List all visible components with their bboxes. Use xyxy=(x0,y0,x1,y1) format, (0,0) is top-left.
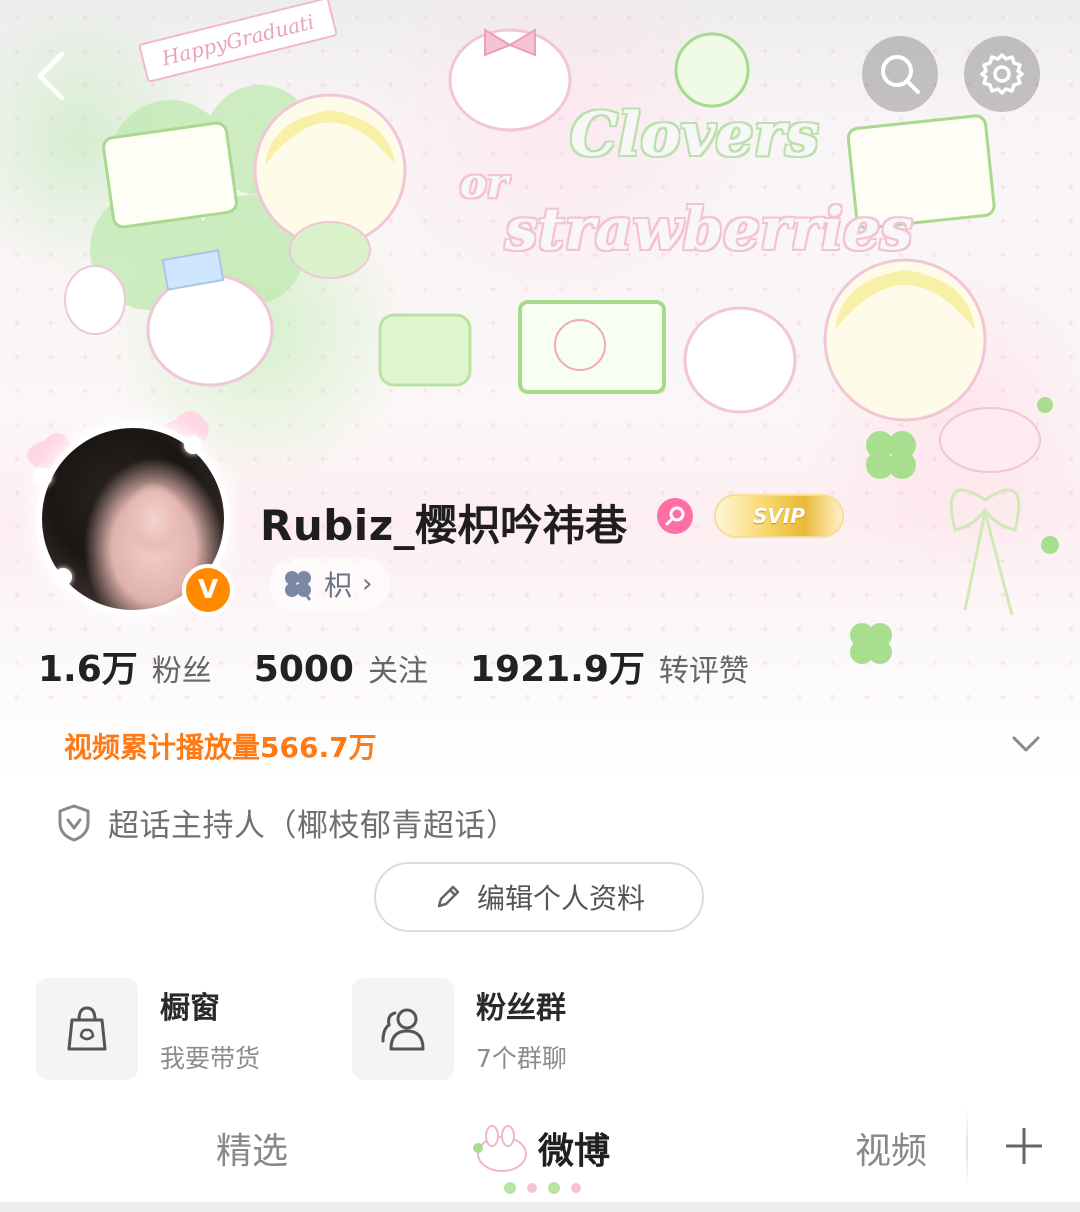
profile-tag-pill[interactable]: 枳 › xyxy=(270,558,391,610)
stat-value: 1921.9万 xyxy=(469,649,645,690)
edit-profile-button[interactable]: 编辑个人资料 xyxy=(374,862,704,932)
banner-title-clovers: Clovers xyxy=(570,100,819,170)
stat-value: 1.6万 xyxy=(38,649,138,690)
expand-profile-button[interactable] xyxy=(1008,728,1044,758)
card-icon-box xyxy=(352,978,454,1080)
active-tab-indicator xyxy=(500,1178,590,1198)
tab-weibo[interactable]: 微博 xyxy=(538,1122,610,1174)
svip-badge[interactable]: SVIP xyxy=(716,496,842,536)
banner-title-or: or xyxy=(460,160,508,207)
gear-icon xyxy=(980,53,1024,95)
shield-icon xyxy=(58,804,90,841)
stat-value: 5000 xyxy=(253,649,354,690)
fan-group-card[interactable]: 粉丝群 7个群聊 xyxy=(352,978,567,1080)
shopping-bag-icon xyxy=(67,1006,107,1051)
profile-tabs: 精选 微博 视频 xyxy=(0,1100,1080,1204)
username: Rubiz_樱枳吟祎巷 xyxy=(260,501,628,550)
profile-tag-label: 枳 xyxy=(324,569,353,602)
pencil-icon xyxy=(437,885,460,908)
search-button[interactable] xyxy=(862,36,938,112)
plus-icon xyxy=(1006,1128,1042,1164)
search-icon xyxy=(881,55,920,94)
tab-video[interactable]: 视频 xyxy=(855,1122,927,1174)
clover-icon xyxy=(285,571,312,601)
female-gender-icon xyxy=(657,498,693,534)
group-icon xyxy=(381,1008,425,1051)
supertopic-host-row[interactable]: 超话主持人（椰枝郁青超话） xyxy=(56,800,518,845)
card-subtitle: 7个群聊 xyxy=(476,1044,567,1073)
bunny-sticker-icon xyxy=(473,1125,527,1172)
avatar-container[interactable]: V xyxy=(34,428,234,616)
showcase-card[interactable]: 橱窗 我要带货 xyxy=(36,978,260,1080)
profile-stats: 1.6万 粉丝 5000 关注 1921.9万 转评赞 xyxy=(38,640,791,692)
stat-following[interactable]: 5000 关注 xyxy=(254,646,428,690)
tab-featured[interactable]: 精选 xyxy=(216,1122,288,1174)
video-play-count: 视频累计播放量566.7万 xyxy=(64,731,377,764)
stat-label: 转评赞 xyxy=(658,654,749,689)
add-tab-button[interactable] xyxy=(998,1116,1050,1176)
card-subtitle: 我要带货 xyxy=(160,1044,261,1073)
card-title: 橱窗 xyxy=(160,991,220,1026)
verified-badge: V xyxy=(182,564,234,616)
avatar-frame-flower xyxy=(54,568,72,586)
bottom-divider xyxy=(0,1202,1080,1212)
card-title: 粉丝群 xyxy=(476,991,566,1026)
host-info-text: 超话主持人（椰枝郁青超话） xyxy=(108,808,518,844)
edit-profile-label: 编辑个人资料 xyxy=(476,882,645,915)
stat-label: 粉丝 xyxy=(151,654,212,689)
back-arrow-icon xyxy=(37,51,65,101)
banner-title-strawberries: strawberries xyxy=(505,195,913,263)
tab-divider xyxy=(966,1108,968,1188)
back-button[interactable] xyxy=(26,40,82,110)
avatar-frame-flower xyxy=(184,436,202,454)
settings-button[interactable] xyxy=(964,36,1040,112)
avatar-frame-flower xyxy=(34,468,52,486)
chevron-down-icon xyxy=(1012,736,1040,752)
stat-followers[interactable]: 1.6万 粉丝 xyxy=(38,640,212,692)
stat-interactions[interactable]: 1921.9万 转评赞 xyxy=(470,640,749,692)
card-icon-box xyxy=(36,978,138,1080)
stat-label: 关注 xyxy=(367,654,428,689)
chevron-right-icon: › xyxy=(362,569,373,599)
